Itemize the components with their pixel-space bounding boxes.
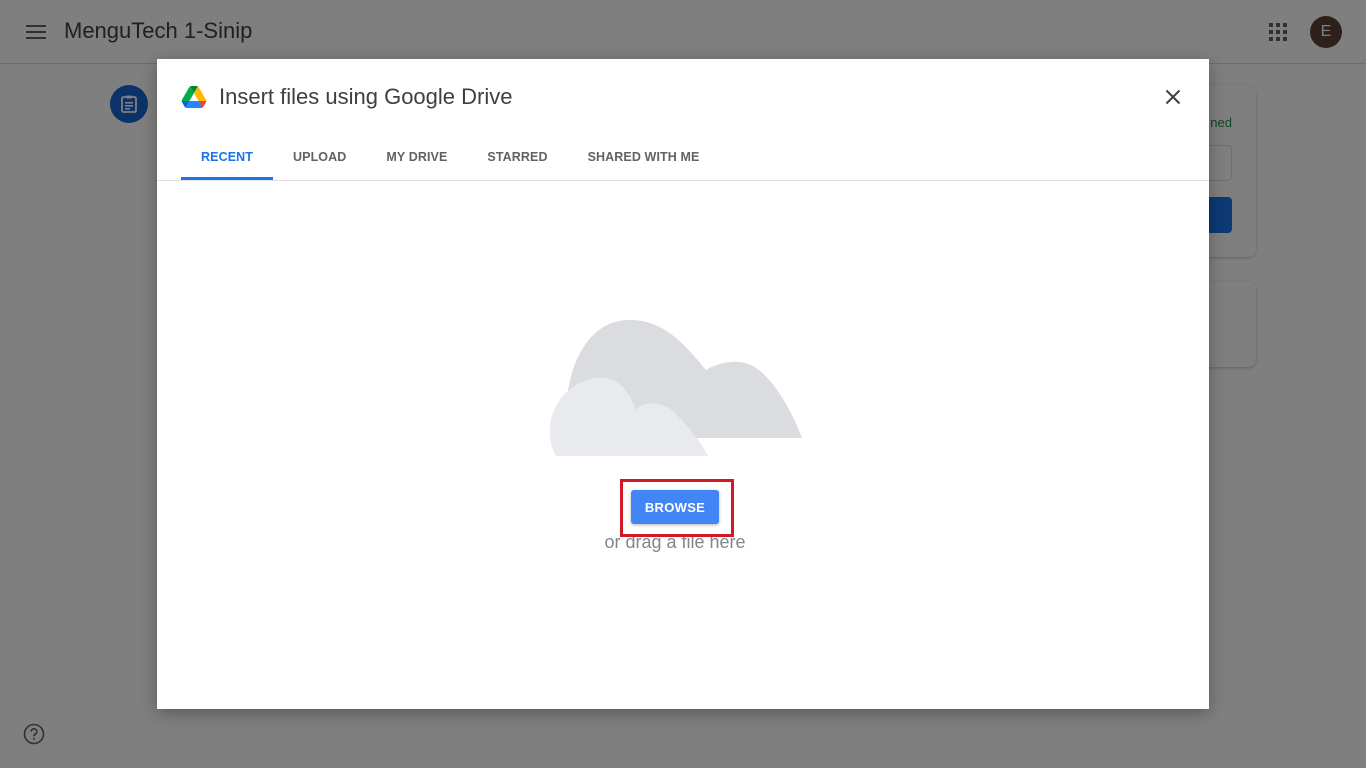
browse-button[interactable]: BROWSE <box>631 490 719 524</box>
tab-my-drive[interactable]: MY DRIVE <box>366 145 467 180</box>
dialog-title: Insert files using Google Drive <box>219 84 513 109</box>
tab-shared-with-me[interactable]: SHARED WITH ME <box>568 145 720 180</box>
tab-upload[interactable]: UPLOAD <box>273 145 366 180</box>
tab-divider <box>157 180 1209 181</box>
google-drive-picker-dialog: Insert files using Google Drive RECENT U… <box>157 59 1209 709</box>
tab-starred[interactable]: STARRED <box>467 145 567 180</box>
cloud-illustration <box>549 319 802 456</box>
google-drive-logo <box>181 86 207 108</box>
drag-drop-hint: or drag a file here <box>604 532 746 552</box>
close-icon <box>1165 89 1181 105</box>
picker-tabs: RECENT UPLOAD MY DRIVE STARRED SHARED WI… <box>181 145 719 180</box>
close-dialog-button[interactable] <box>1159 83 1187 111</box>
tab-recent[interactable]: RECENT <box>181 145 273 180</box>
